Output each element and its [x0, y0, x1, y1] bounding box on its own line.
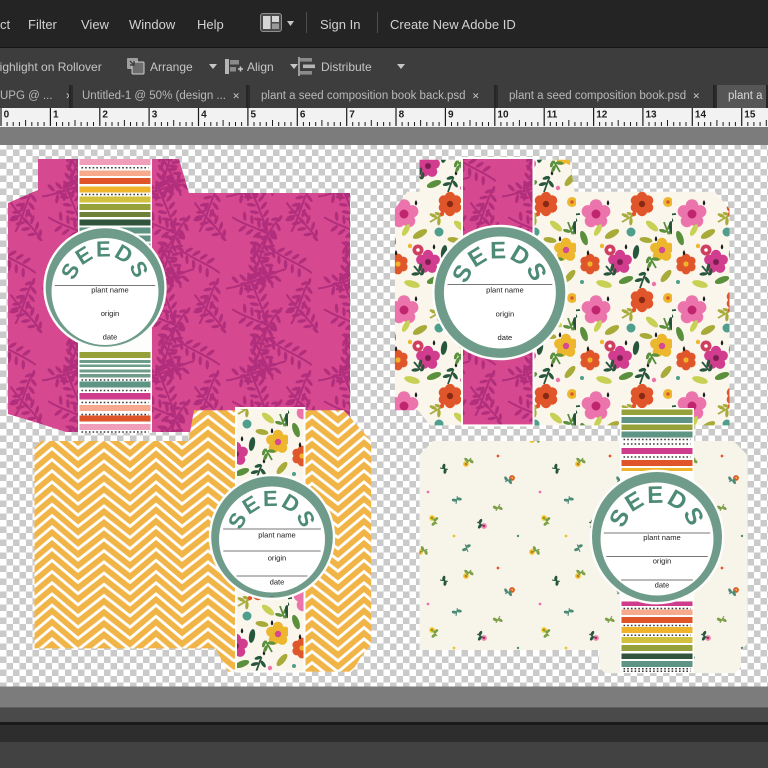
svg-text:origin: origin: [268, 554, 287, 563]
svg-text:date: date: [498, 333, 513, 342]
svg-text:plant name: plant name: [258, 531, 296, 540]
svg-text:date: date: [103, 333, 118, 342]
svg-text:origin: origin: [653, 557, 672, 566]
svg-text:plant name: plant name: [643, 533, 681, 542]
svg-text:plant name: plant name: [486, 286, 524, 295]
svg-text:date: date: [270, 578, 285, 587]
svg-text:date: date: [655, 581, 670, 590]
svg-text:origin: origin: [101, 309, 120, 318]
svg-text:plant name: plant name: [91, 286, 129, 295]
svg-text:origin: origin: [496, 310, 515, 319]
